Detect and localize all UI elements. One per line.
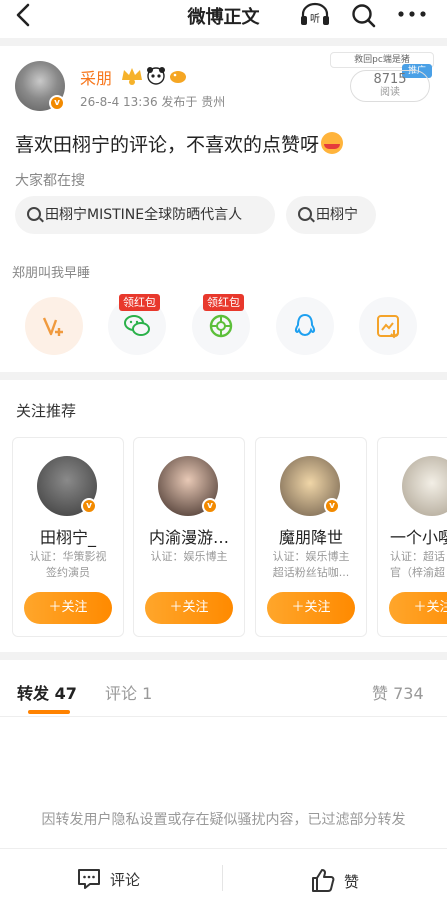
recommend-cert: 认证：娱乐博主 超话粉丝钻咖... [272,550,350,579]
recommend-avatar[interactable] [402,456,447,516]
recommend-cert: 认证：超话 官（梓渝超 [390,550,445,579]
tab-divider [0,716,447,717]
recommend-cert: 认证：娱乐博主 [150,550,228,563]
comment-icon [78,869,100,889]
active-tab-indicator [28,710,70,714]
save-image-icon [377,315,399,339]
post-text-content: 喜欢田栩宁的评论，不喜欢的点赞呀 [15,134,320,156]
red-packet-tag: 领红包 [203,294,244,311]
verified-badge-icon: v [81,498,97,514]
bottom-bar-separator [222,865,223,891]
section-divider [0,38,447,46]
follow-button[interactable]: ＋关注 [24,592,112,624]
post-text: 喜欢田栩宁的评论，不喜欢的点赞呀 [15,130,344,157]
wechat-moments-icon [209,314,233,338]
recommend-name: 田栩宁_ [39,528,96,547]
page-title: 微博正文 [187,7,260,28]
follow-recommend-title: 关注推荐 [16,402,77,420]
search-chip-label: 田栩宁 [316,207,358,223]
follow-button[interactable]: ＋关注 [389,592,447,624]
section-divider [0,652,447,660]
recommend-card[interactable]: v 田栩宁_ 认证：华策影视 签约演员 ＋关注 [12,437,124,637]
author-name[interactable]: 采朋 [80,65,112,89]
follow-button[interactable]: ＋关注 [267,592,355,624]
recommend-name: 一个小嘤 [390,528,447,547]
comment-button[interactable]: 评论 [76,867,140,893]
verified-badge-icon: v [49,95,65,111]
red-packet-tag: 领红包 [119,294,160,311]
search-icon [298,207,312,221]
verified-badge-icon: v [324,498,340,514]
recommend-card[interactable]: v 内渝漫游… 认证：娱乐博主 ＋关注 [133,437,245,637]
share-label: 郑朋叫我早睡 [12,266,91,281]
like-button[interactable]: 赞 [310,867,359,893]
smiling-face-with-hearts-icon [321,132,344,154]
recommend-card[interactable]: v 魔朋降世 认证：娱乐博主 超话粉丝钻咖... ＋关注 [255,437,367,637]
follow-button[interactable]: ＋关注 [145,592,233,624]
tab-like[interactable]: 赞 734 [372,680,424,704]
search-chip-label: 田栩宁MISTINE全球防晒代言人 [45,207,243,223]
weibo-post-page: 微博正文 听 v 采朋 26-8-4 13:36 发布于 贵州 救回pc端是猪 … [0,0,447,906]
bottom-action-bar: 评论 赞 [0,848,447,906]
recommend-name: 内渝漫游… [148,528,229,547]
weibo-repost-icon [42,317,63,336]
read-label: 阅读 [380,87,400,98]
tab-repost[interactable]: 转发 47 [17,680,77,704]
search-icon [27,207,41,221]
vip-badges-icon [122,67,186,85]
wechat-icon [124,315,150,336]
search-icon[interactable] [350,2,378,28]
search-chip-1[interactable]: 田栩宁MISTINE全球防晒代言人 [15,196,275,234]
read-count-box: 8715 阅读 [350,70,430,102]
tab-comment[interactable]: 评论 1 [105,680,152,704]
listen-icon[interactable]: 听 [299,2,331,28]
share-qq-button[interactable] [276,297,334,355]
recommend-name: 魔朋降世 [278,528,343,547]
read-count: 8715 [373,72,407,87]
recommend-card[interactable]: 一个小嘤 认证：超话 官（梓渝超 ＋关注 [377,437,447,637]
filter-notice: 因转发用户隐私设置或存在疑似骚扰内容，已过滤部分转发 [41,812,406,828]
listen-label: 听 [310,13,320,25]
verified-badge-icon: v [202,498,218,514]
comment-label: 评论 [110,871,141,889]
save-image-button[interactable] [359,297,417,355]
like-label: 赞 [344,873,360,891]
trending-search-label: 大家都在搜 [15,173,85,189]
section-divider [0,372,447,380]
thumbs-up-icon [312,869,335,892]
share-weibo-button[interactable] [25,297,83,355]
qq-icon [294,313,316,337]
search-chip-2[interactable]: 田栩宁 [286,196,376,234]
top-nav: 微博正文 听 [0,0,447,34]
more-icon[interactable] [396,2,428,28]
post-meta: 26-8-4 13:36 发布于 贵州 [80,95,226,109]
recommend-cert: 认证：华策影视 签约演员 [29,550,107,579]
